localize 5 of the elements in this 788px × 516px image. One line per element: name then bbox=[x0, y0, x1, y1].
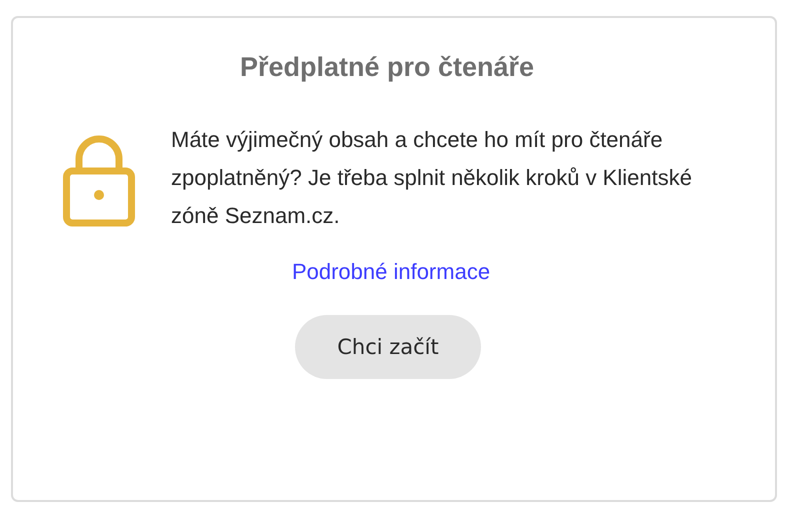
start-button[interactable]: Chci začít bbox=[295, 315, 481, 379]
lock-icon bbox=[63, 135, 135, 227]
details-link[interactable]: Podrobné informace bbox=[292, 259, 490, 285]
description-text: Máte výjimečný obsah a chcete ho mít pro čtenáře zpoplatněný? Je třeba splnit několik kroků v Klientské zóně Seznam.cz. bbox=[171, 126, 693, 230]
card-title: Předplatné pro čtenáře bbox=[240, 52, 534, 83]
